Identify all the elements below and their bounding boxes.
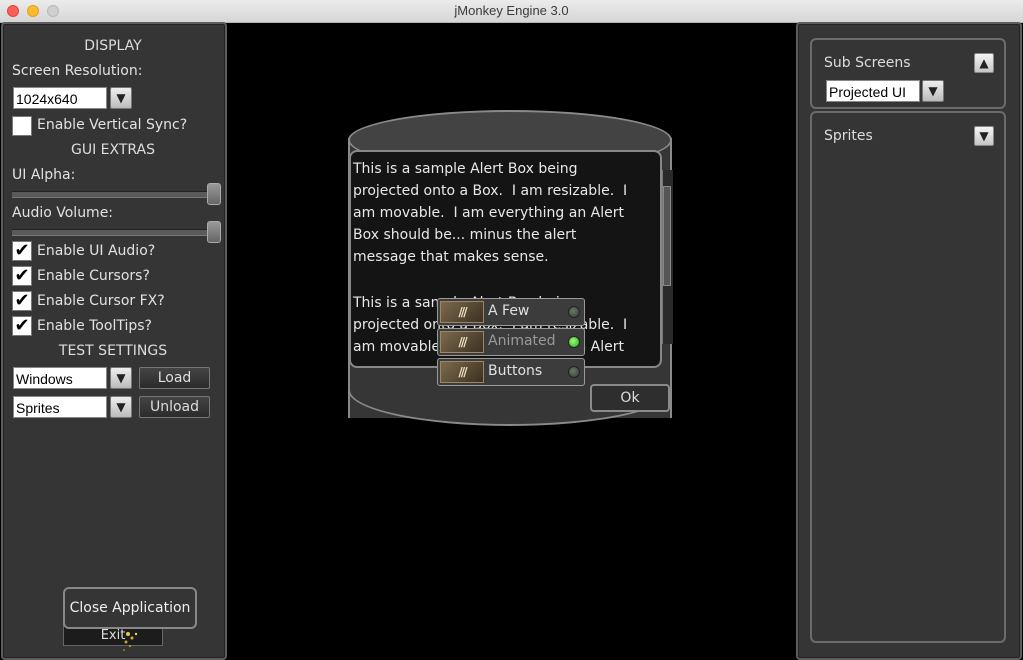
animated-button-buttons[interactable]: /// Buttons [437, 358, 585, 386]
cursor-fx-checkbox[interactable]: ✔ [12, 291, 32, 311]
sprites-title: Sprites [824, 128, 873, 144]
audio-volume-slider-thumb[interactable] [207, 221, 221, 243]
ui-alpha-label: UI Alpha: [12, 167, 76, 183]
animated-button-label: Buttons [488, 363, 543, 379]
cursor-sparkle-icon [123, 632, 138, 651]
alert-line: This is a sample Alert Box being [353, 161, 578, 177]
monkey-logo-icon: /// [440, 331, 484, 353]
alert-line: projected onto a Box. I am resizable. I [353, 183, 628, 199]
alert-line: am movable. I am everything an Alert [353, 205, 624, 221]
sub-screens-select[interactable]: Projected UI [826, 80, 920, 102]
status-led-icon [568, 366, 580, 378]
audio-volume-label: Audio Volume: [12, 205, 114, 221]
ui-audio-label: Enable UI Audio? [37, 243, 156, 259]
screen-resolution-label: Screen Resolution: [12, 63, 143, 79]
audio-volume-slider-track[interactable] [12, 229, 212, 236]
window-titlebar: jMonkey Engine 3.0 [0, 0, 1023, 23]
window-title: jMonkey Engine 3.0 [454, 3, 569, 18]
unload-button[interactable]: Unload [139, 396, 210, 418]
alert-line: message that makes sense. [353, 249, 549, 265]
close-application-button[interactable]: Close Application [63, 587, 197, 629]
vsync-checkbox[interactable] [12, 116, 32, 136]
tooltips-checkbox[interactable]: ✔ [12, 316, 32, 336]
load-button[interactable]: Load [139, 367, 210, 389]
sub-screens-title: Sub Screens [824, 55, 911, 71]
chevron-down-icon[interactable]: ▼ [110, 87, 132, 109]
cursors-checkbox[interactable]: ✔ [12, 266, 32, 286]
chevron-down-icon[interactable]: ▼ [110, 396, 132, 418]
status-led-icon [568, 306, 580, 318]
chevron-down-icon[interactable]: ▼ [922, 80, 944, 102]
animated-button-a-few[interactable]: /// A Few [437, 298, 585, 326]
gui-extras-header: GUI EXTRAS [70, 142, 156, 158]
ui-alpha-slider-track[interactable] [12, 191, 212, 198]
animated-button-label: Animated [488, 333, 556, 349]
test-window-select[interactable]: Windows [13, 367, 107, 389]
monkey-logo-icon: /// [440, 361, 484, 383]
cursor-fx-label: Enable Cursor FX? [37, 293, 165, 309]
sub-screens-box: Sub Screens ▲ Projected UI ▼ [810, 38, 1006, 109]
ok-button[interactable]: Ok [590, 384, 670, 412]
alert-line: Box should be... minus the alert [353, 227, 577, 243]
chevron-down-icon[interactable]: ▼ [974, 126, 994, 146]
resolution-select[interactable]: 1024x640 [13, 87, 107, 109]
chevron-up-icon[interactable]: ▲ [974, 53, 994, 73]
cursors-label: Enable Cursors? [37, 268, 150, 284]
animated-button-label: A Few [488, 303, 530, 319]
animated-button-animated[interactable]: /// Animated [437, 328, 585, 356]
chevron-down-icon[interactable]: ▼ [110, 367, 132, 389]
test-sprites-select[interactable]: Sprites [13, 396, 107, 418]
vsync-label: Enable Vertical Sync? [37, 117, 188, 133]
status-led-icon [568, 336, 580, 348]
test-settings-header: TEST SETTINGS [58, 343, 168, 359]
monkey-logo-icon: /// [440, 301, 484, 323]
display-header: DISPLAY [84, 38, 142, 54]
sprites-box: Sprites ▼ [810, 111, 1006, 643]
ui-audio-checkbox[interactable]: ✔ [12, 241, 32, 261]
alert-scrollbar-thumb[interactable] [663, 186, 671, 286]
ui-alpha-slider-thumb[interactable] [207, 183, 221, 205]
tooltips-label: Enable ToolTips? [37, 318, 152, 334]
